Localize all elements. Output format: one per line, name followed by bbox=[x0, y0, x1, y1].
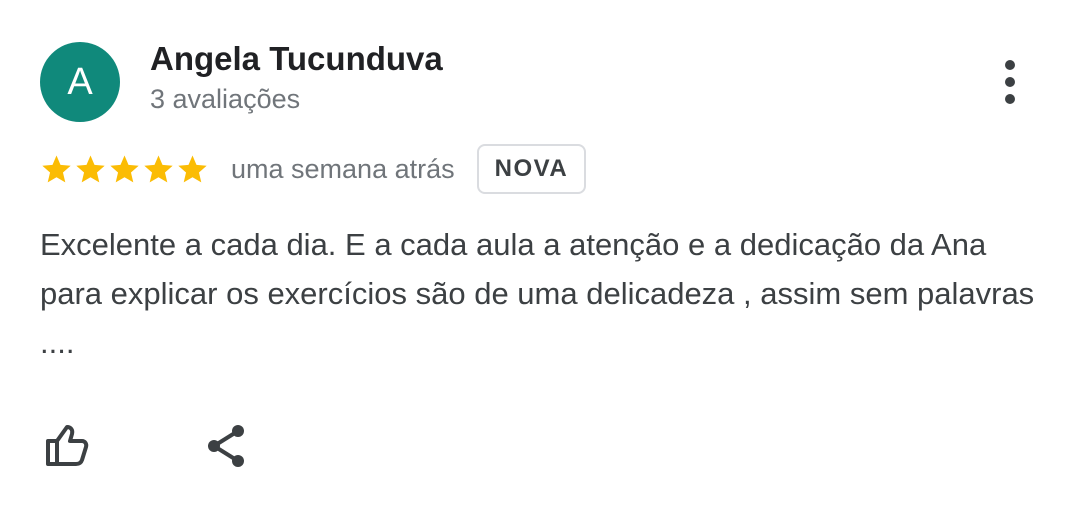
share-icon bbox=[208, 425, 244, 467]
review-time: uma semana atrás bbox=[231, 153, 455, 184]
avatar-initial: A bbox=[67, 60, 93, 103]
star-icon bbox=[144, 154, 173, 182]
star-icon bbox=[178, 154, 207, 182]
review-count: 3 avaliações bbox=[150, 84, 301, 114]
new-badge: NOVA bbox=[476, 144, 587, 194]
thumb-up-icon bbox=[46, 425, 89, 466]
avatar[interactable]: A bbox=[40, 42, 120, 122]
review-text: Excelente a cada dia. E a cada aula a at… bbox=[40, 227, 1035, 360]
star-icon bbox=[42, 154, 71, 182]
rating-row: uma semana atrás NOVA bbox=[40, 142, 587, 196]
more-options-button[interactable] bbox=[990, 58, 1030, 106]
author-name[interactable]: Angela Tucunduva bbox=[150, 40, 443, 78]
review-card: A Angela Tucunduva 3 avaliações uma sema… bbox=[0, 0, 1080, 525]
star-icon bbox=[76, 154, 105, 182]
more-vert-icon-dot bbox=[1005, 94, 1015, 104]
star-rating bbox=[40, 153, 209, 186]
like-button[interactable] bbox=[36, 418, 96, 474]
more-vert-icon-dot bbox=[1005, 60, 1015, 70]
share-button[interactable] bbox=[196, 418, 256, 474]
star-icon bbox=[110, 154, 139, 182]
more-vert-icon-dot bbox=[1005, 77, 1015, 87]
